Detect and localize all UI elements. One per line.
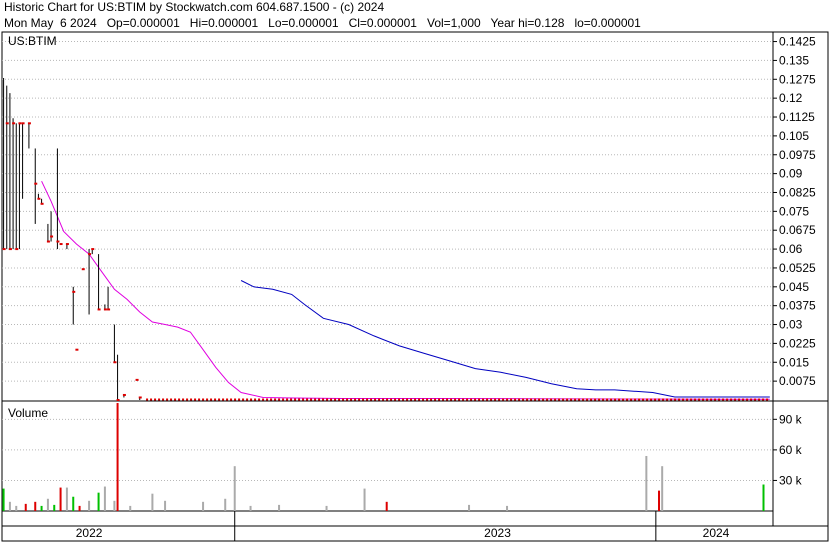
close-marker	[135, 378, 139, 381]
close-marker	[116, 399, 120, 401]
volume-bar	[24, 503, 27, 511]
close-marker	[50, 235, 54, 238]
price-tick-label: 0.1125	[779, 110, 815, 124]
close-marker	[103, 308, 107, 311]
close-marker	[72, 290, 76, 293]
volume-bar	[233, 466, 236, 511]
volume-bar	[249, 505, 252, 511]
price-tick-label: 0.0525	[779, 261, 816, 275]
close-marker	[18, 122, 22, 125]
volume-bar	[53, 504, 56, 511]
price-tick-label: 0.0375	[779, 299, 816, 313]
price-tick-label: 0.105	[779, 129, 809, 143]
close-marker	[81, 268, 85, 271]
close-marker	[21, 122, 25, 125]
volume-bar	[202, 501, 205, 511]
volume-bar	[34, 501, 37, 511]
close-marker	[15, 248, 19, 251]
price-tick-label: 0.1425	[779, 35, 816, 49]
volume-bar	[8, 501, 11, 511]
volume-bar	[224, 498, 227, 511]
volume-tick-label: 60 k	[779, 443, 803, 457]
price-tick-label: 0.045	[779, 280, 809, 294]
volume-tick-label: 30 k	[779, 473, 803, 487]
price-tick-label: 0.0825	[779, 185, 816, 199]
volume-tick-label: 90 k	[779, 412, 803, 426]
close-marker	[97, 308, 101, 311]
volume-bar	[658, 490, 661, 511]
symbol-label: US:BTIM	[8, 34, 57, 48]
price-tick-label: 0.135	[779, 53, 809, 67]
volume-bar	[129, 505, 132, 511]
close-marker	[122, 393, 126, 396]
close-marker	[138, 396, 142, 399]
volume-bar	[113, 500, 116, 511]
volume-bar	[15, 505, 18, 511]
close-marker	[5, 122, 9, 125]
close-marker	[59, 243, 63, 246]
close-marker	[8, 248, 12, 251]
close-marker	[12, 122, 16, 125]
price-tick-label: 0.0075	[779, 374, 816, 388]
price-tick-label: 0.06	[779, 242, 803, 256]
volume-bar	[116, 403, 119, 511]
price-tick-label: 0.09	[779, 167, 803, 181]
volume-bar	[164, 500, 167, 511]
close-marker	[27, 122, 31, 125]
volume-bar	[103, 486, 106, 511]
price-tick-label: 0.0225	[779, 336, 816, 350]
volume-bar	[78, 505, 81, 511]
volume-bar	[278, 504, 281, 511]
volume-bar	[2, 488, 5, 511]
close-marker	[37, 197, 41, 200]
price-tick-label: 0.0975	[779, 148, 816, 162]
close-marker	[46, 240, 50, 243]
price-tick-label: 0.03	[779, 318, 803, 332]
volume-bar	[762, 484, 765, 511]
volume-bar	[325, 505, 328, 511]
volume-bar	[385, 501, 388, 511]
price-tick-label: 0.12	[779, 91, 803, 105]
x-tick-label: 2024	[703, 526, 730, 540]
volume-bar	[363, 488, 366, 511]
volume-bar	[40, 505, 43, 511]
x-tick-label: 2023	[484, 526, 511, 540]
close-marker	[75, 348, 79, 351]
volume-bar	[72, 496, 75, 511]
close-marker	[2, 248, 6, 251]
volume-bar	[468, 504, 471, 511]
volume-label: Volume	[8, 406, 48, 420]
price-tick-label: 0.0675	[779, 223, 816, 237]
close-marker	[40, 202, 44, 205]
stock-chart-window: Historic Chart for US:BTIM by Stockwatch…	[0, 0, 830, 543]
volume-bar	[661, 466, 664, 511]
volume-bar	[645, 455, 648, 511]
chart-canvas: 0.1425 0.135 0.1275 0.12 0.1125 0.105 0.0975 0.…	[1, 31, 829, 542]
close-marker	[113, 361, 117, 364]
volume-bar	[88, 500, 91, 511]
volume-bar	[506, 505, 509, 511]
volume-bar	[59, 487, 62, 511]
volume-bar	[65, 487, 68, 511]
volume-bar	[46, 498, 49, 511]
price-tick-label: 0.075	[779, 204, 809, 218]
close-marker	[88, 253, 92, 256]
x-tick-label: 2022	[76, 526, 103, 540]
close-marker	[34, 182, 38, 185]
volume-bar	[151, 493, 154, 511]
close-marker	[56, 240, 60, 243]
close-marker	[91, 248, 95, 251]
price-tick-label: 0.015	[779, 355, 809, 369]
volume-bar	[97, 492, 100, 511]
price-tick-label: 0.1275	[779, 72, 816, 86]
close-marker	[107, 308, 111, 311]
close-marker	[65, 243, 69, 246]
